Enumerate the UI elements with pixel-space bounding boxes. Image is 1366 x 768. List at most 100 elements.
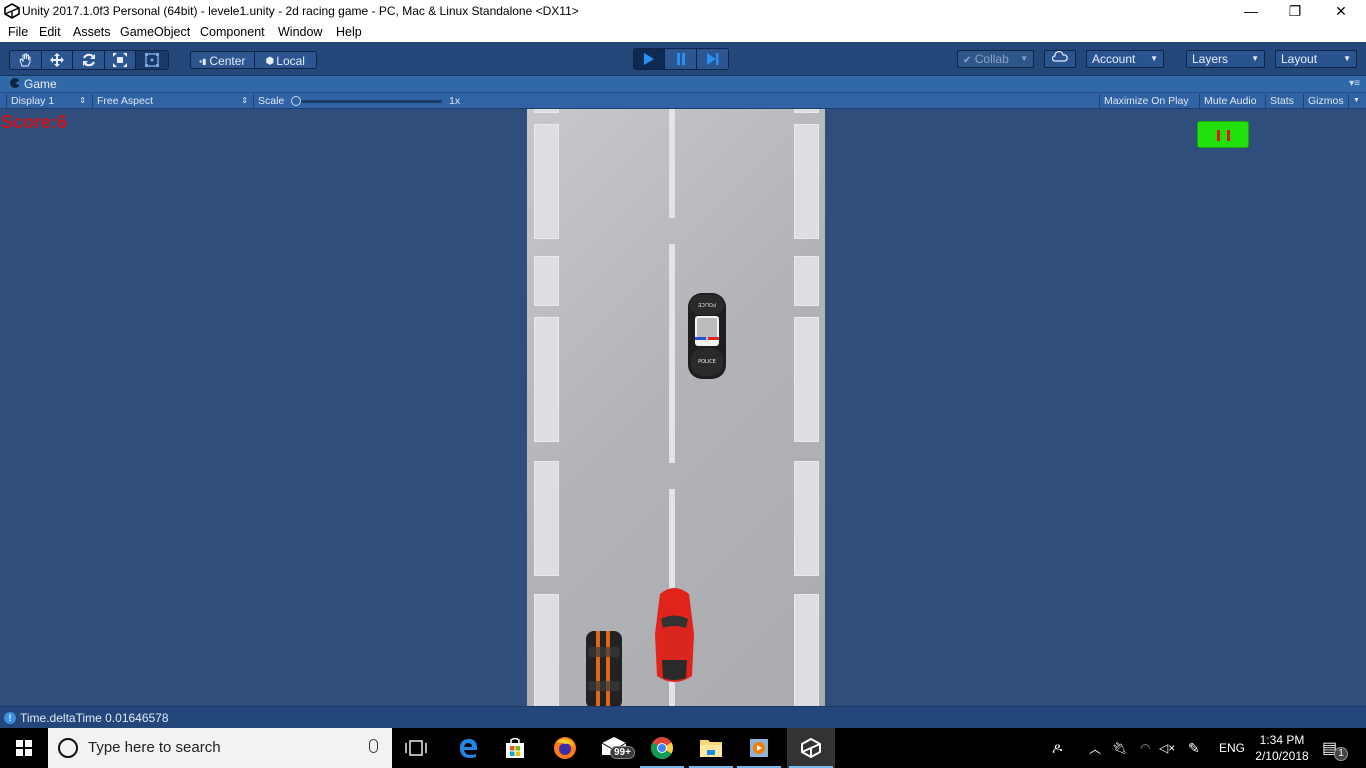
menu-edit[interactable]: Edit xyxy=(39,25,61,39)
clock-date: 2/10/2018 xyxy=(1255,749,1309,763)
main-toolbar: ▪▮ Center ⬢ Local ✔ Collab ▼ Account ▼ Layer… xyxy=(0,42,1366,76)
aspect-select[interactable]: Free Aspect ⇕ xyxy=(92,94,252,108)
layout-dropdown[interactable]: Layout ▼ xyxy=(1275,50,1357,68)
rotate-tool-button[interactable] xyxy=(73,51,105,69)
store-icon xyxy=(506,737,524,758)
cloud-icon xyxy=(1051,50,1068,62)
pivot-center-label: Center xyxy=(209,54,246,68)
rect-transform-icon xyxy=(145,53,160,67)
wifi-icon: ◠ xyxy=(1140,741,1151,755)
pen-button[interactable]: ✎ xyxy=(1188,728,1200,768)
collab-dropdown[interactable]: ✔ Collab ▼ xyxy=(957,50,1034,68)
people-icon: ዶ xyxy=(1052,739,1063,756)
store-app[interactable] xyxy=(491,728,539,768)
edge-app[interactable] xyxy=(444,728,492,768)
pivot-toggles: ▪▮ Center ⬢ Local xyxy=(190,51,317,70)
pause-editor-button[interactable] xyxy=(665,49,697,69)
account-dropdown[interactable]: Account ▼ xyxy=(1086,50,1164,68)
play-controls xyxy=(633,48,729,70)
menu-window[interactable]: Window xyxy=(278,25,322,39)
move-tool-button[interactable] xyxy=(42,51,74,69)
search-placeholder: Type here to search xyxy=(88,739,221,756)
unity-app[interactable] xyxy=(787,728,835,768)
gizmos-toggle[interactable]: Gizmos xyxy=(1303,94,1348,108)
mail-badge: 99+ xyxy=(610,746,635,759)
hand-tool-button[interactable] xyxy=(10,51,42,69)
menu-gameobject[interactable]: GameObject xyxy=(120,25,190,39)
road-edge-marker xyxy=(534,317,559,442)
panel-menu-icon[interactable]: ▾≡ xyxy=(1349,78,1360,89)
road-edge-marker xyxy=(794,317,819,442)
taskbar-search-box[interactable]: Type here to search xyxy=(48,728,392,768)
menu-help[interactable]: Help xyxy=(336,25,362,39)
menu-file[interactable]: File xyxy=(8,25,28,39)
language-button[interactable]: ENG xyxy=(1219,728,1245,768)
restore-button[interactable]: ❐ xyxy=(1272,0,1318,22)
game-view[interactable]: POLICE POLICE Score:6 xyxy=(0,109,1366,706)
unity-logo-icon xyxy=(4,3,20,19)
stats-label: Stats xyxy=(1270,95,1294,107)
scale-icon xyxy=(113,53,128,67)
scale-tool-button[interactable] xyxy=(105,51,137,69)
pause-icon xyxy=(676,53,685,65)
dropdown-arrow-icon: ▼ xyxy=(1150,54,1158,63)
title-bar: Unity 2017.1.0f3 Personal (64bit) - leve… xyxy=(0,0,1366,22)
action-center-button[interactable]: ▤ 1 xyxy=(1322,728,1352,768)
gizmos-dropdown-arrow-icon[interactable]: ▼ xyxy=(1348,94,1360,108)
minimize-button[interactable]: — xyxy=(1228,0,1274,22)
police-hood-label: POLICE xyxy=(698,359,716,365)
battery-plug-icon: 🔌︎ xyxy=(1112,741,1128,755)
stats-toggle[interactable]: Stats xyxy=(1265,94,1303,108)
battery-button[interactable]: 🔌︎ xyxy=(1112,728,1127,768)
unity-icon xyxy=(801,737,821,759)
language-label: ENG xyxy=(1219,741,1246,755)
scale-slider-track[interactable] xyxy=(294,100,442,103)
road-edge-marker xyxy=(794,461,819,576)
notification-badge: 1 xyxy=(1334,747,1348,761)
volume-button[interactable]: ◁× xyxy=(1159,728,1175,768)
display-label: Display 1 xyxy=(11,95,55,107)
road-edge-marker xyxy=(794,109,819,113)
tab-game[interactable]: Game xyxy=(24,77,57,91)
menu-component[interactable]: Component xyxy=(200,25,265,39)
cortana-circle-icon xyxy=(58,738,78,758)
game-tab-header: Game ▾≡ xyxy=(0,76,1366,92)
menu-assets[interactable]: Assets xyxy=(73,25,111,39)
clock-button[interactable]: 1:34 PM 2/10/2018 xyxy=(1252,728,1312,768)
game-pause-button[interactable] xyxy=(1197,121,1249,148)
network-button[interactable]: ◠ xyxy=(1140,728,1150,768)
file-explorer-app[interactable] xyxy=(687,728,735,768)
mail-app[interactable]: 99+ xyxy=(590,728,638,768)
volume-muted-icon: ◁× xyxy=(1159,741,1176,755)
step-button[interactable] xyxy=(697,49,728,69)
updown-arrow-icon: ⇕ xyxy=(241,96,248,105)
people-button[interactable]: ዶ xyxy=(1052,728,1062,768)
task-view-button[interactable] xyxy=(392,728,440,768)
layers-dropdown[interactable]: Layers ▼ xyxy=(1186,50,1265,68)
rect-tool-button[interactable] xyxy=(136,51,169,69)
media-player-app[interactable] xyxy=(735,728,783,768)
console-status-bar[interactable]: ! Time.deltaTime 0.01646578 xyxy=(0,706,1366,728)
show-hidden-icons-button[interactable]: ︿ xyxy=(1089,728,1101,768)
chrome-app[interactable] xyxy=(638,728,686,768)
folder-icon xyxy=(700,740,722,757)
scale-slider-thumb[interactable] xyxy=(291,96,301,106)
microphone-icon[interactable] xyxy=(369,739,378,753)
hand-icon xyxy=(19,53,31,67)
display-select[interactable]: Display 1 ⇕ xyxy=(6,94,90,108)
maximize-on-play-toggle[interactable]: Maximize On Play xyxy=(1099,94,1199,108)
start-button[interactable] xyxy=(0,728,48,768)
scale-control: Scale 1x xyxy=(253,94,473,108)
pivot-local-label: Local xyxy=(276,54,305,68)
cloud-button[interactable] xyxy=(1044,50,1076,68)
mute-audio-toggle[interactable]: Mute Audio xyxy=(1199,94,1265,108)
collab-check-icon: ✔ xyxy=(963,55,972,66)
pivot-center-button[interactable]: ▪▮ Center xyxy=(191,52,255,70)
updown-arrow-icon: ⇕ xyxy=(79,96,86,105)
play-button[interactable] xyxy=(634,49,665,69)
close-button[interactable]: ✕ xyxy=(1318,0,1364,22)
road-edge-marker xyxy=(794,124,819,239)
center-lane-dash xyxy=(669,109,675,218)
firefox-app[interactable] xyxy=(541,728,589,768)
pivot-local-button[interactable]: ⬢ Local xyxy=(255,52,317,70)
